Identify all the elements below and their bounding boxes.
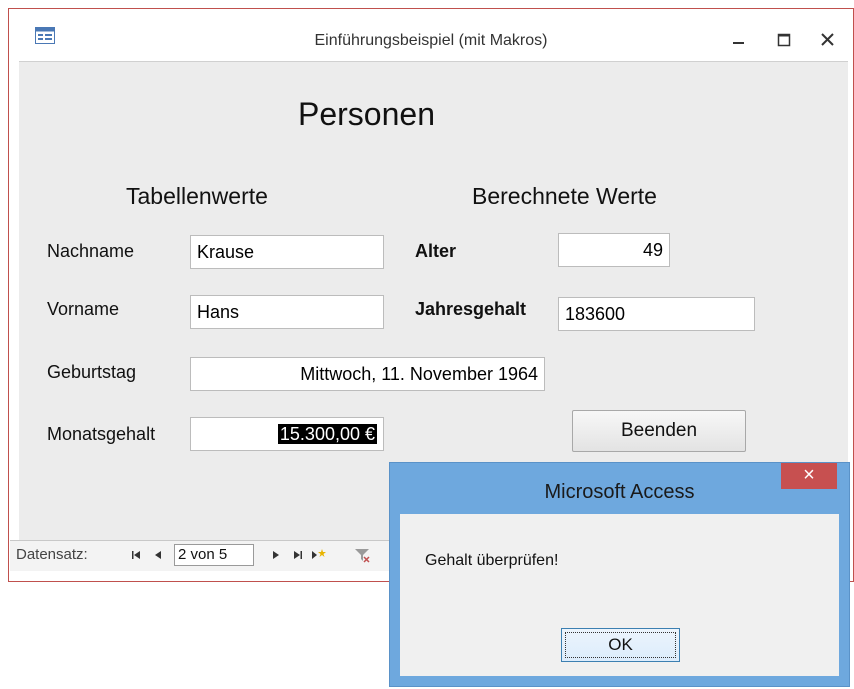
monatsgehalt-label: Monatsgehalt bbox=[47, 424, 156, 444]
jahresgehalt-field[interactable]: 183600 bbox=[558, 297, 755, 331]
alter-field[interactable]: 49 bbox=[558, 233, 670, 267]
alter-label: Alter bbox=[415, 241, 457, 261]
new-record-icon[interactable] bbox=[310, 547, 326, 563]
dialog-close-button[interactable]: × bbox=[781, 463, 837, 489]
minimize-icon bbox=[733, 42, 744, 44]
geburtstag-field[interactable]: Mittwoch, 11. November 1964 bbox=[190, 357, 545, 391]
monatsgehalt-field[interactable]: 15.300,00 € bbox=[190, 417, 384, 451]
dialog-body: Gehalt überprüfen! OK bbox=[400, 514, 839, 676]
nachname-field[interactable]: Krause bbox=[190, 235, 384, 269]
title-bar: Einführungsbeispiel (mit Makros) bbox=[9, 9, 853, 61]
filter-icon[interactable] bbox=[354, 547, 370, 563]
close-icon: × bbox=[803, 464, 815, 486]
jahresgehalt-label: Jahresgehalt bbox=[415, 299, 527, 319]
beenden-button[interactable]: Beenden bbox=[572, 410, 746, 452]
focus-rectangle bbox=[565, 632, 676, 658]
close-button[interactable] bbox=[811, 21, 845, 51]
geburtstag-label: Geburtstag bbox=[47, 362, 137, 382]
minimize-button[interactable] bbox=[722, 21, 756, 51]
first-record-icon[interactable] bbox=[128, 547, 144, 563]
message-dialog: Microsoft Access × Gehalt überprüfen! OK bbox=[389, 462, 850, 687]
previous-record-icon[interactable] bbox=[150, 547, 166, 563]
section-header-table-values: Tabellenwerte bbox=[126, 183, 268, 209]
vorname-label: Vorname bbox=[47, 299, 120, 319]
ok-button[interactable]: OK bbox=[561, 628, 680, 662]
next-record-icon[interactable] bbox=[268, 547, 284, 563]
dialog-message: Gehalt überprüfen! bbox=[425, 552, 559, 569]
monatsgehalt-selected-value: 15.300,00 € bbox=[277, 424, 377, 444]
last-record-icon[interactable] bbox=[290, 547, 306, 563]
maximize-button[interactable] bbox=[767, 21, 801, 51]
form-title: Personen bbox=[298, 96, 435, 132]
section-header-calculated-values: Berechnete Werte bbox=[472, 183, 657, 209]
close-icon bbox=[821, 33, 834, 46]
vorname-field[interactable]: Hans bbox=[190, 295, 384, 329]
current-record-field[interactable]: 2 von 5 bbox=[174, 544, 254, 566]
maximize-icon bbox=[777, 33, 791, 47]
nachname-label: Nachname bbox=[47, 241, 135, 261]
record-label: Datensatz: bbox=[16, 546, 88, 563]
